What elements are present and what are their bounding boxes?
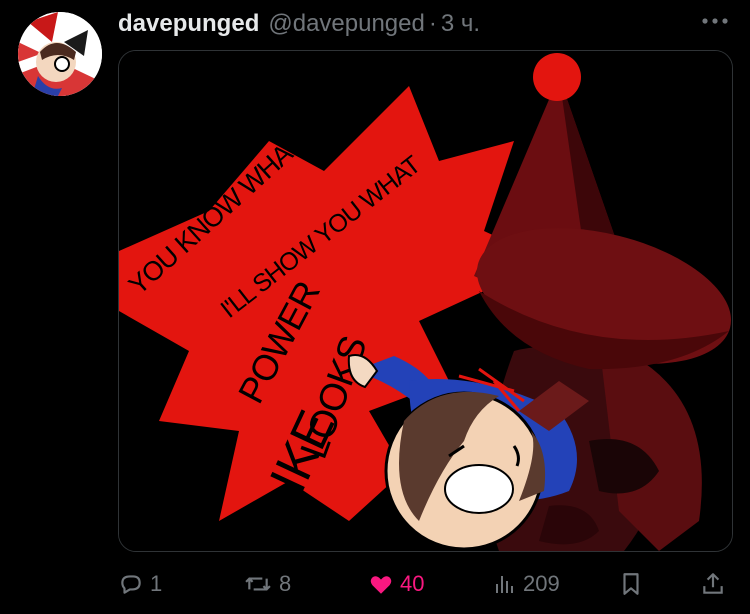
- share-button[interactable]: [700, 566, 732, 602]
- more-icon: [702, 18, 728, 24]
- tweet-media[interactable]: YOU KNOW WHAT POWER FEELS LIKE I'LL SHOW…: [118, 50, 733, 552]
- views-count: 209: [523, 571, 560, 596]
- repost-button[interactable]: 8: [243, 566, 291, 602]
- tweet-header: davepunged @davepunged · 3 ч.: [118, 8, 480, 40]
- repost-icon: [245, 577, 271, 591]
- reply-icon: [121, 575, 141, 594]
- views-button[interactable]: 209: [493, 566, 560, 602]
- bookmark-icon: [623, 573, 639, 595]
- reply-button[interactable]: 1: [118, 566, 162, 602]
- views-icon: [496, 576, 513, 593]
- more-button[interactable]: [700, 6, 730, 36]
- reply-count: 1: [150, 571, 163, 596]
- share-icon: [703, 573, 723, 594]
- timestamp[interactable]: 3 ч.: [441, 10, 480, 38]
- hat-pompom: [533, 53, 581, 101]
- display-name[interactable]: davepunged: [118, 10, 259, 38]
- like-button[interactable]: 40: [368, 566, 424, 602]
- separator-dot: ·: [428, 10, 437, 37]
- bookmark-button[interactable]: [618, 566, 650, 602]
- heart-icon: [370, 576, 392, 594]
- user-handle[interactable]: @davepunged: [268, 10, 425, 38]
- like-count: 40: [400, 571, 425, 596]
- artwork-image: YOU KNOW WHAT POWER FEELS LIKE I'LL SHOW…: [119, 51, 732, 551]
- tweet-actions: 1 8 40 209: [118, 566, 738, 602]
- repost-count: 8: [279, 571, 292, 596]
- avatar[interactable]: [18, 12, 102, 96]
